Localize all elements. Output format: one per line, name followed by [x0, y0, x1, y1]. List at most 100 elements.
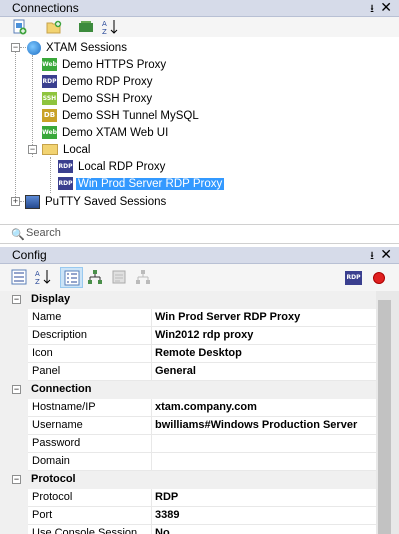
tree-root-label: XTAM Sessions	[46, 41, 127, 54]
property-value[interactable]	[152, 453, 376, 471]
row-gutter	[0, 507, 28, 525]
tree-item-demo-ssh-tunnel[interactable]: DB Demo SSH Tunnel MySQL	[42, 107, 201, 124]
new-folder-icon[interactable]	[46, 19, 62, 35]
expand-toggle[interactable]: +	[11, 197, 20, 206]
property-name: Icon	[28, 345, 152, 363]
rdp-icon[interactable]: RDP	[345, 271, 362, 285]
property-row[interactable]: Panel General	[0, 363, 376, 381]
record-icon[interactable]	[371, 270, 387, 286]
property-value[interactable]: RDP	[152, 489, 376, 507]
row-gutter	[0, 363, 28, 381]
row-gutter	[0, 327, 28, 345]
collapse-toggle[interactable]: −	[11, 43, 20, 52]
tree-item-label: Demo RDP Proxy	[62, 75, 153, 88]
putty-icon	[25, 194, 40, 209]
search-icon: 🔍	[11, 229, 25, 241]
property-value[interactable]: Win Prod Server RDP Proxy	[152, 309, 376, 327]
tree-item-demo-ssh[interactable]: SSH Demo SSH Proxy	[42, 90, 154, 107]
tree-item-label: Demo SSH Proxy	[62, 92, 153, 105]
category-protocol[interactable]: − Protocol	[0, 471, 376, 489]
tree-root-xtam[interactable]: XTAM Sessions	[27, 39, 129, 56]
property-row[interactable]: Port 3389	[0, 507, 376, 525]
property-value[interactable]: No	[152, 525, 376, 534]
document-icon[interactable]	[111, 269, 127, 285]
sort-az-icon[interactable]: A Z	[102, 19, 118, 35]
hierarchy-icon[interactable]	[87, 269, 103, 285]
row-gutter	[0, 525, 28, 534]
tree-item-win-prod-rdp[interactable]: RDP Win Prod Server RDP Proxy	[58, 175, 225, 192]
row-gutter	[0, 453, 28, 471]
property-row[interactable]: Use Console Session No	[0, 525, 376, 534]
connections-panel-title: Connections	[12, 1, 79, 15]
config-toolbar: A Z RDP	[0, 264, 399, 291]
config-panel-header: Config ⭳ ✕	[0, 246, 399, 264]
svg-text:A: A	[102, 20, 107, 28]
property-name: Use Console Session	[28, 525, 152, 534]
property-value[interactable]: Win2012 rdp proxy	[152, 327, 376, 345]
close-icon[interactable]: ✕	[380, 246, 392, 263]
property-name: Username	[28, 417, 152, 435]
row-gutter	[0, 309, 28, 327]
tree-item-demo-xtam-web[interactable]: Web Demo XTAM Web UI	[42, 124, 170, 141]
property-row[interactable]: Description Win2012 rdp proxy	[0, 327, 376, 345]
category-label: Protocol	[31, 473, 76, 485]
row-gutter	[0, 399, 28, 417]
property-name: Domain	[28, 453, 152, 471]
tree-item-local-rdp[interactable]: RDP Local RDP Proxy	[58, 158, 167, 175]
collapse-toggle[interactable]: −	[12, 385, 21, 394]
property-value[interactable]: General	[152, 363, 376, 381]
sort-az-icon[interactable]: A Z	[35, 269, 51, 285]
close-icon[interactable]: ✕	[380, 0, 392, 16]
tree-guide-line	[32, 55, 33, 157]
view-icon[interactable]	[78, 19, 94, 35]
tree-guide-line	[15, 51, 16, 205]
row-gutter	[0, 489, 28, 507]
property-grid: − Display Name Win Prod Server RDP Proxy…	[0, 291, 399, 534]
property-value[interactable]: bwilliams#Windows Production Server	[152, 417, 376, 435]
tree-guide-line	[50, 157, 51, 193]
new-connection-icon[interactable]	[11, 19, 27, 35]
property-value[interactable]: 3389	[152, 507, 376, 525]
tree-folder-label: Local	[63, 143, 91, 156]
svg-text:Z: Z	[102, 28, 107, 35]
connection-tree: − XTAM Sessions Web Demo HTTPS Proxy RDP…	[0, 37, 399, 224]
property-row[interactable]: Name Win Prod Server RDP Proxy	[0, 309, 376, 327]
properties-icon	[64, 270, 80, 286]
property-row[interactable]: Domain	[0, 453, 376, 471]
property-row[interactable]: Hostname/IP xtam.company.com	[0, 399, 376, 417]
property-row[interactable]: Password	[0, 435, 376, 453]
folder-open-icon	[42, 144, 58, 155]
property-value[interactable]: Remote Desktop	[152, 345, 376, 363]
tree-root-putty[interactable]: PuTTY Saved Sessions	[25, 193, 168, 210]
scrollbar-thumb[interactable]	[378, 300, 391, 534]
tree-item-demo-https[interactable]: Web Demo HTTPS Proxy	[42, 56, 168, 73]
hierarchy-disabled-icon[interactable]	[135, 269, 151, 285]
collapse-toggle[interactable]: −	[28, 145, 37, 154]
tree-folder-local[interactable]: Local	[42, 141, 93, 158]
row-gutter	[0, 345, 28, 363]
search-input[interactable]	[26, 227, 386, 239]
properties-toggle-active[interactable]	[60, 267, 83, 288]
property-row[interactable]: Icon Remote Desktop	[0, 345, 376, 363]
property-row[interactable]: Username bwilliams#Windows Production Se…	[0, 417, 376, 435]
category-label: Display	[31, 293, 71, 305]
collapse-toggle[interactable]: −	[12, 475, 21, 484]
property-row[interactable]: Protocol RDP	[0, 489, 376, 507]
svg-text:A: A	[35, 270, 40, 278]
category-display[interactable]: − Display	[0, 291, 376, 309]
property-value[interactable]	[152, 435, 376, 453]
property-value[interactable]: xtam.company.com	[152, 399, 376, 417]
globe-icon	[27, 40, 41, 55]
categorized-icon[interactable]	[11, 269, 27, 285]
collapse-toggle[interactable]: −	[12, 295, 21, 304]
tree-item-label: Demo HTTPS Proxy	[62, 58, 167, 71]
category-connection[interactable]: − Connection	[0, 381, 376, 399]
tree-item-label: Local RDP Proxy	[78, 160, 166, 173]
rdp-icon: RDP	[58, 160, 73, 173]
row-gutter	[0, 417, 28, 435]
property-name: Name	[28, 309, 152, 327]
tree-root-label: PuTTY Saved Sessions	[45, 195, 167, 208]
property-name: Hostname/IP	[28, 399, 152, 417]
tree-item-demo-rdp[interactable]: RDP Demo RDP Proxy	[42, 73, 155, 90]
property-name: Password	[28, 435, 152, 453]
